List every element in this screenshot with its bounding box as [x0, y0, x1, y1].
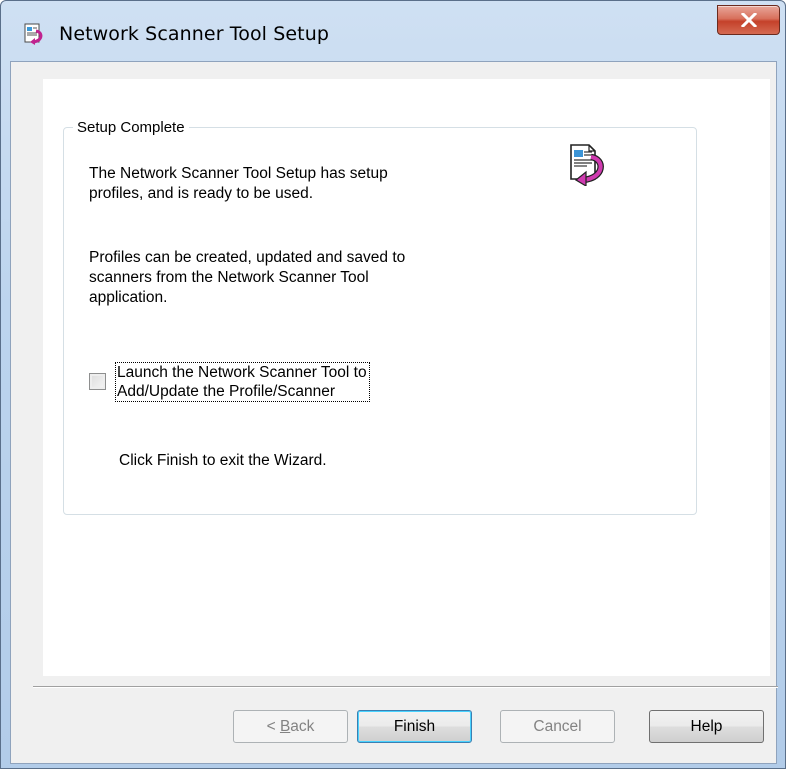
launch-tool-checkbox-label[interactable]: Launch the Network Scanner Tool to Add/U… [115, 362, 370, 402]
profiles-message-line-1: Profiles can be created, updated and sav… [89, 249, 406, 266]
setup-wizard-window: Network Scanner Tool Setup Setup Complet… [0, 0, 786, 769]
profiles-message-line-2: scanners from the Network Scanner Tool [89, 269, 369, 286]
finish-hint: Click Finish to exit the Wizard. [119, 452, 327, 469]
back-button-prefix: < [266, 718, 280, 735]
profiles-message-line-3: application. [89, 289, 168, 306]
checkbox-label-line-2: Add/Update the Profile/Scanner [117, 383, 335, 400]
close-button[interactable] [717, 5, 780, 35]
content-panel: Setup Complete The Network Scanner Tool … [43, 79, 770, 676]
document-arrow-icon [563, 142, 605, 188]
checkbox-label-line-1: Launch the Network Scanner Tool to [117, 364, 367, 381]
setup-wizard-icon [21, 22, 45, 46]
complete-message-line-2: profiles, and is ready to be used. [89, 185, 314, 202]
back-button-mnemonic: B [279, 718, 291, 735]
help-button[interactable]: Help [649, 710, 764, 743]
launch-tool-checkbox[interactable] [89, 373, 106, 390]
window-title: Network Scanner Tool Setup [59, 23, 329, 45]
complete-message-line-1: The Network Scanner Tool Setup has setup [89, 165, 388, 182]
dialog-client-area: Setup Complete The Network Scanner Tool … [10, 61, 778, 764]
title-bar[interactable]: Network Scanner Tool Setup [1, 1, 785, 61]
back-button[interactable]: < Back [233, 710, 348, 743]
group-legend: Setup Complete [73, 119, 189, 136]
back-button-rest: ack [290, 718, 315, 735]
button-separator [33, 686, 778, 688]
close-icon [741, 13, 757, 27]
finish-button[interactable]: Finish [357, 710, 472, 743]
cancel-button[interactable]: Cancel [500, 710, 615, 743]
